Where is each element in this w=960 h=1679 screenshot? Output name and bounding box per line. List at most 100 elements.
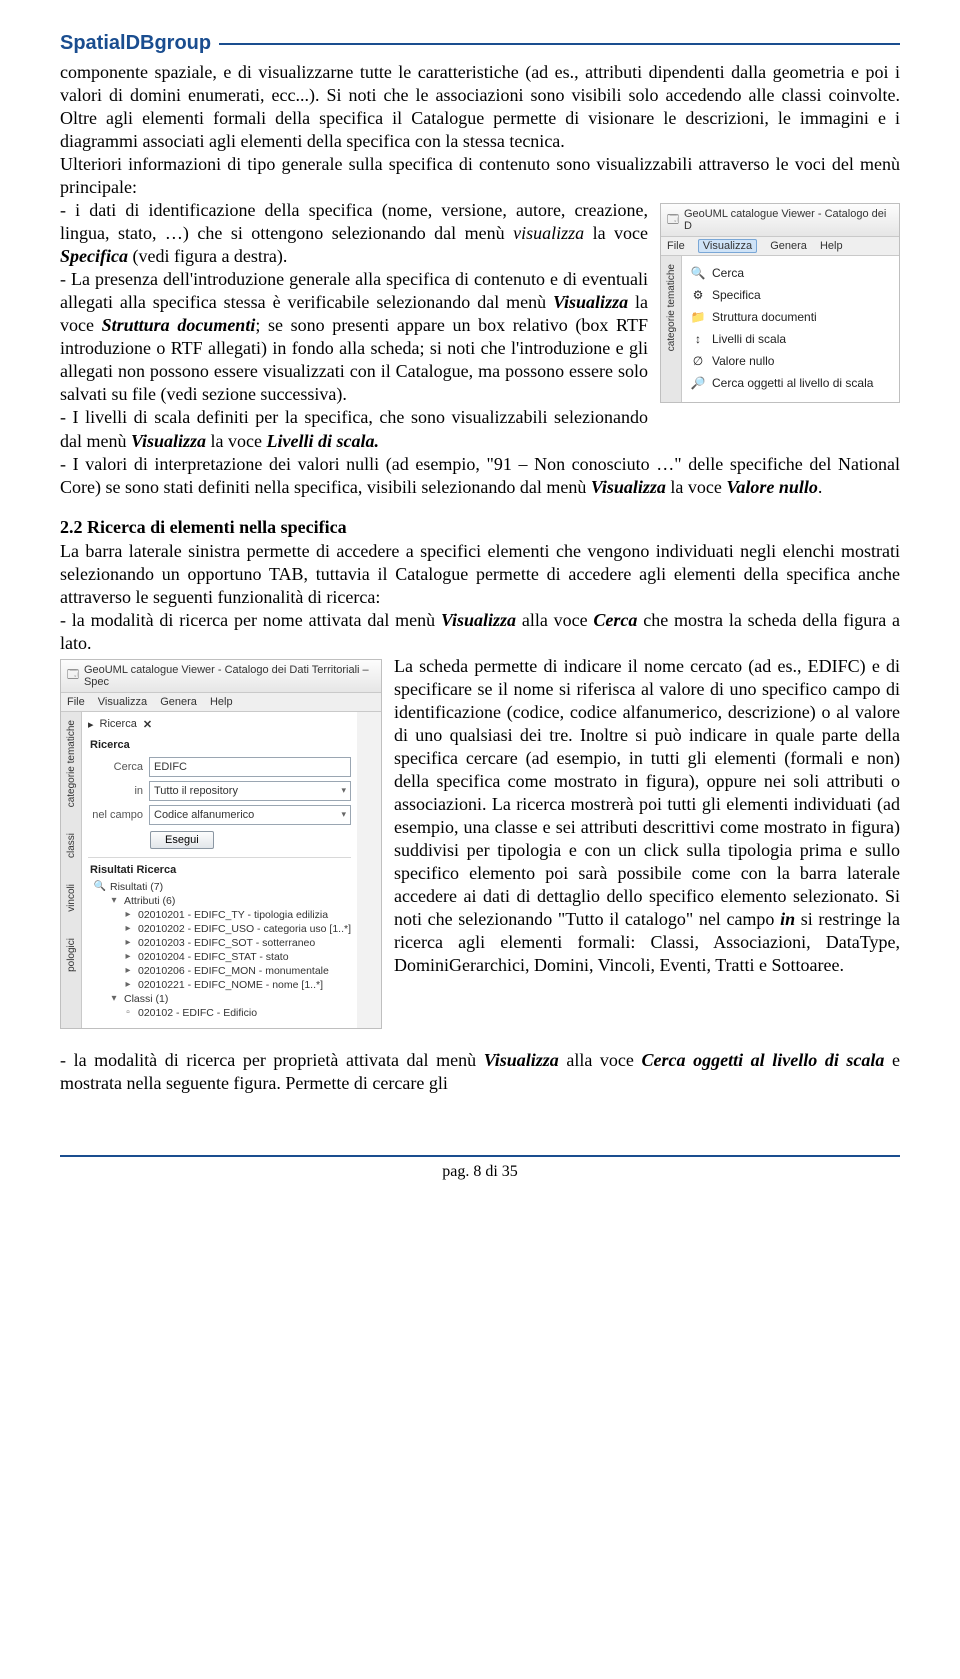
section-2-2-title: 2.2 Ricerca di elementi nella specifica [60,517,900,538]
tree-item[interactable]: ▸02010206 - EDIFC_MON - monumentale [94,964,351,978]
header-logo: SpatialDBgroup [60,32,900,55]
tree-item[interactable]: ▫020102 - EDIFC - Edificio [94,1006,351,1020]
menu-visualizza[interactable]: Visualizza [98,696,147,708]
menu-file[interactable]: File [67,696,85,708]
window-menubar: File Visualizza Genera Help [61,693,381,712]
sidetab-categorie[interactable]: categorie tematiche [66,718,77,809]
emphasis-visualizza: Visualizza [591,477,666,497]
tree-attributi[interactable]: ▾Attributi (6) [94,894,351,908]
results-tree: 🔍Risultati (7) ▾Attributi (6) ▸02010201 … [88,878,351,1022]
tree-item[interactable]: ▸02010201 - EDIFC_TY - tipologia edilizi… [94,908,351,922]
attr-icon: ▸ [122,979,134,991]
select-in[interactable]: Tutto il repository▾ [149,781,351,801]
attr-icon: ▸ [122,937,134,949]
label-nel-campo: nel campo [88,809,143,821]
attr-icon: ▸ [122,923,134,935]
menu-genera[interactable]: Genera [160,696,197,708]
results-header: Risultati Ricerca [88,857,351,878]
tree-item[interactable]: ▸02010203 - EDIFC_SOT - sotterraneo [94,936,351,950]
emphasis-visualizza: Visualizza [441,610,516,630]
collapse-icon: ▾ [108,895,120,907]
menu-item-livelli[interactable]: ↕ Livelli di scala [686,328,895,350]
class-icon: ▫ [122,1007,134,1019]
search-panel: ▸ Ricerca ✕ Ricerca Cerca EDIFC in Tutto… [82,712,357,1028]
close-icon[interactable]: ✕ [143,718,152,731]
side-tabs: categorie tematiche [661,256,682,402]
select-nel-campo[interactable]: Codice alfanumerico▾ [149,805,351,825]
emphasis-specifica: Specifica [60,246,128,266]
tab-ricerca-icon: ▸ [88,718,94,731]
null-icon: ∅ [690,353,706,369]
menu-item-cerca-oggetti[interactable]: 🔎 Cerca oggetti al livello di scala [686,372,895,394]
collapse-icon: ▾ [108,993,120,1005]
menu-item-struttura[interactable]: 📁 Struttura documenti [686,306,895,328]
input-cerca[interactable]: EDIFC [149,757,351,777]
menu-item-label: Cerca [712,266,744,280]
bullet-ricerca-nome: - la modalità di ricerca per nome attiva… [60,609,900,655]
window-title-text: GeoUML catalogue Viewer - Catalogo dei D [684,208,893,232]
page-footer: pag. 8 di 35 [60,1155,900,1181]
emphasis-cerca-oggetti: Cerca oggetti al livello di scala [642,1050,885,1070]
menu-item-label: Struttura documenti [712,310,817,324]
menu-item-cerca[interactable]: 🔍 Cerca [686,262,895,284]
chevron-down-icon: ▾ [342,809,347,820]
emphasis-valore-nullo: Valore nullo [726,477,818,497]
sidetab-vincoli[interactable]: vincoli [66,882,77,914]
scale-icon: ↕ [690,331,706,347]
paragraph-intro: componente spaziale, e di visualizzarne … [60,61,900,153]
section-2-2-intro: La barra laterale sinistra permette di a… [60,540,900,609]
tree-classi[interactable]: ▾Classi (1) [94,992,351,1006]
tree-item[interactable]: ▸02010221 - EDIFC_NOME - nome [1..*] [94,978,351,992]
tree-item[interactable]: ▸02010202 - EDIFC_USO - categoria uso [1… [94,922,351,936]
attr-icon: ▸ [122,951,134,963]
attr-icon: ▸ [122,909,134,921]
app-icon: 🗔 [667,211,679,230]
window-titlebar: 🗔 GeoUML catalogue Viewer - Catalogo dei… [661,204,899,237]
bullet-valore-nullo: - I valori di interpretazione dei valori… [60,453,900,499]
footer-rule [60,1155,900,1157]
spec-icon: ⚙ [690,287,706,303]
tree-risultati[interactable]: 🔍Risultati (7) [94,880,351,894]
search-section-title: Ricerca [88,735,351,755]
screenshot-visualizza-menu: 🗔 GeoUML catalogue Viewer - Catalogo dei… [660,203,900,403]
esegui-button[interactable]: Esegui [150,831,214,849]
menu-item-valore-nullo[interactable]: ∅ Valore nullo [686,350,895,372]
app-icon: 🗔 [67,666,79,685]
menu-file[interactable]: File [667,240,685,252]
menu-item-label: Livelli di scala [712,332,786,346]
visualizza-dropdown: 🔍 Cerca ⚙ Specifica 📁 Struttura document… [682,256,899,402]
attr-icon: ▸ [122,965,134,977]
tree-item[interactable]: ▸02010204 - EDIFC_STAT - stato [94,950,351,964]
menu-item-specifica[interactable]: ⚙ Specifica [686,284,895,306]
menu-genera[interactable]: Genera [770,240,807,252]
bullet-livelli: - I livelli di scala definiti per la spe… [60,406,900,452]
emphasis-struttura-doc: Struttura documenti [102,315,256,335]
emphasis-in: in [780,909,795,929]
emphasis-visualizza: visualizza [513,223,584,243]
window-menubar: File Visualizza Genera Help [661,237,899,256]
logo-text: SpatialDBgroup [60,32,211,55]
sidetab-categorie[interactable]: categorie tematiche [666,262,677,353]
label-cerca: Cerca [88,761,143,773]
menu-help[interactable]: Help [820,240,843,252]
menu-item-label: Cerca oggetti al livello di scala [712,376,873,390]
sidetab-classi[interactable]: classi [66,831,77,860]
search-result-icon: 🔍 [94,881,106,893]
sidetab-pologici[interactable]: pologici [66,936,77,974]
header-rule [219,43,900,45]
tab-ricerca-label[interactable]: Ricerca [100,718,137,730]
emphasis-cerca: Cerca [593,610,637,630]
menu-item-label: Specifica [712,288,761,302]
search-level-icon: 🔎 [690,375,706,391]
search-icon: 🔍 [690,265,706,281]
emphasis-visualizza: Visualizza [553,292,628,312]
window-titlebar: 🗔 GeoUML catalogue Viewer - Catalogo dei… [61,660,381,693]
screenshot-ricerca-panel: 🗔 GeoUML catalogue Viewer - Catalogo dei… [60,659,382,1029]
folder-icon: 📁 [690,309,706,325]
bullet-ricerca-proprieta: - la modalità di ricerca per proprietà a… [60,1049,900,1095]
window-title-text: GeoUML catalogue Viewer - Catalogo dei D… [84,664,375,688]
menu-help[interactable]: Help [210,696,233,708]
menu-item-label: Valore nullo [712,354,774,368]
side-tabs: categorie tematiche classi vincoli polog… [61,712,82,1028]
menu-visualizza[interactable]: Visualizza [698,239,757,253]
